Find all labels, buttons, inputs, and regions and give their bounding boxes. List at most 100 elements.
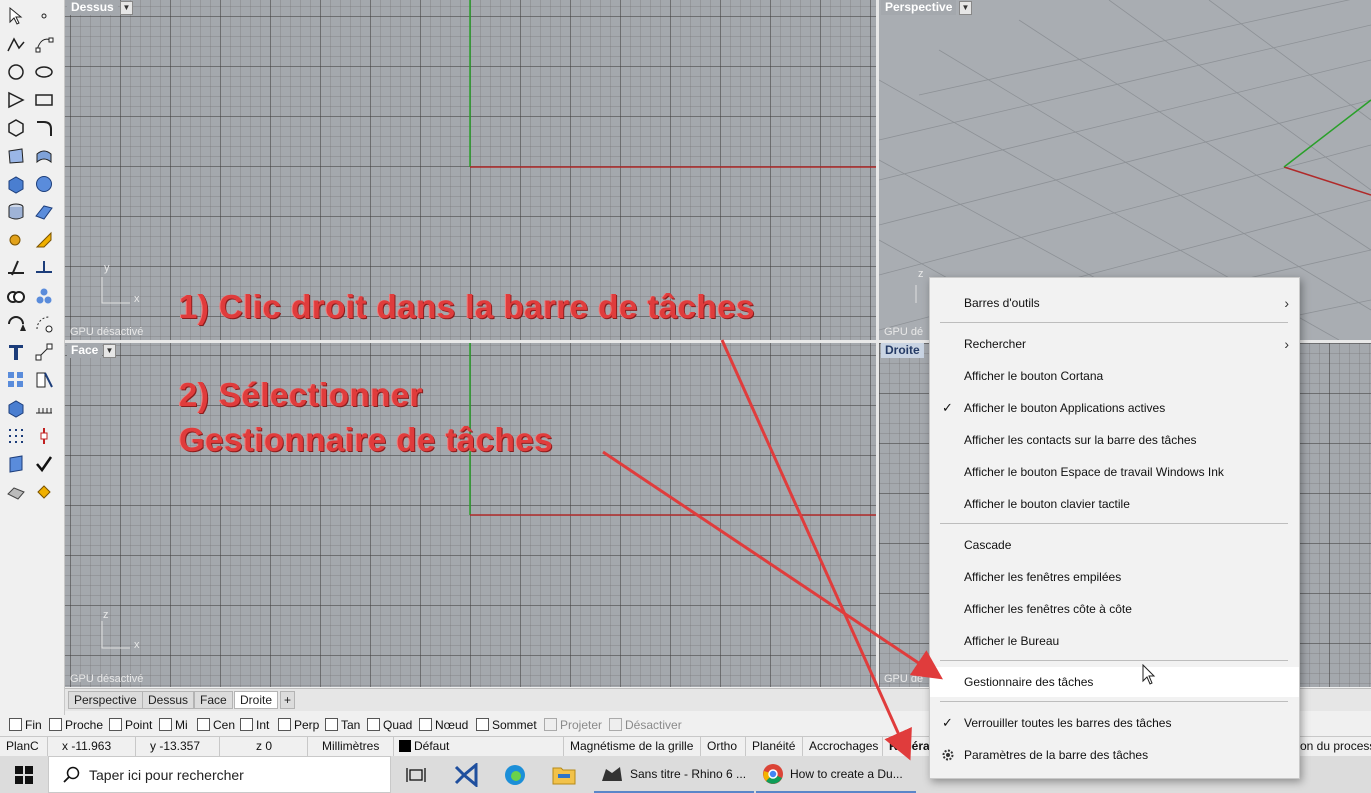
group-icon[interactable] [32, 284, 56, 308]
menu-item-windows-ink[interactable]: Afficher le bouton Espace de travail Win… [930, 457, 1299, 487]
surface-extrude-icon[interactable] [32, 144, 56, 168]
dimension-icon[interactable] [32, 340, 56, 364]
osnap-point[interactable]: Point [109, 717, 152, 733]
status-cplane[interactable]: PlanC [0, 737, 48, 757]
cylinder-icon[interactable] [4, 200, 28, 224]
osnap-end[interactable]: Fin [9, 717, 42, 733]
surface-points-icon[interactable] [4, 144, 28, 168]
check-icon[interactable] [32, 452, 56, 476]
mesh-plane-icon[interactable] [32, 200, 56, 224]
osnap-int[interactable]: Int [240, 717, 269, 733]
tab-perspective[interactable]: Perspective [68, 691, 143, 709]
menu-item-stacked[interactable]: Afficher les fenêtres empilées [930, 562, 1299, 592]
menu-separator [940, 523, 1288, 524]
menu-item-task-manager[interactable]: Gestionnaire des tâches [930, 667, 1299, 697]
tab-front[interactable]: Face [194, 691, 233, 709]
task-view-icon[interactable] [394, 756, 438, 793]
viewport-menu-arrow-icon[interactable]: ▼ [103, 344, 116, 358]
sphere-icon[interactable] [32, 172, 56, 196]
polyline-icon[interactable] [4, 32, 28, 56]
scale-icon[interactable] [32, 312, 56, 336]
axis-label-z: z [103, 609, 109, 621]
start-button[interactable] [0, 756, 48, 793]
viewport-title[interactable]: Dessus [67, 0, 118, 15]
trim-icon[interactable] [4, 256, 28, 280]
status-units[interactable]: Millimètres [308, 737, 394, 757]
box-edit-icon[interactable] [4, 396, 28, 420]
visual-studio-icon[interactable] [444, 756, 488, 793]
osnap-knot[interactable]: Nœud [419, 717, 468, 733]
points-grid-icon[interactable] [4, 424, 28, 448]
osnap-mid[interactable]: Mi [159, 717, 188, 733]
gumball-icon[interactable] [32, 424, 56, 448]
viewport-title[interactable]: Droite [881, 343, 924, 358]
viewport-title[interactable]: Perspective [881, 0, 957, 15]
layer-color-swatch [399, 740, 411, 752]
osnap-near[interactable]: Proche [49, 717, 103, 733]
edge-browser-icon[interactable] [493, 756, 537, 793]
menu-item-task-view[interactable]: ✓ Afficher le bouton Applications actives [930, 393, 1299, 423]
status-ortho[interactable]: Ortho [701, 737, 746, 757]
shade-icon[interactable] [4, 480, 28, 504]
osnap-quad[interactable]: Quad [367, 717, 412, 733]
status-y-coordinate: y -13.357 [136, 737, 220, 757]
viewport-title[interactable]: Face [67, 343, 103, 358]
point-icon[interactable] [32, 4, 56, 28]
status-osnap[interactable]: Accrochages [803, 737, 883, 757]
render-object-icon[interactable] [4, 452, 28, 476]
transform-gear-icon[interactable] [4, 228, 28, 252]
status-smarttrack[interactable]: Repérage [883, 737, 933, 757]
menu-item-cascade[interactable]: Cascade [930, 530, 1299, 560]
tab-right[interactable]: Droite [234, 691, 279, 709]
add-tab-button[interactable]: + [280, 691, 296, 709]
boolean-union-icon[interactable] [4, 284, 28, 308]
grid-plane-icon[interactable] [32, 396, 56, 420]
menu-separator [940, 322, 1288, 323]
taskbar-app-rhino[interactable]: Sans titre - Rhino 6 ... [594, 756, 754, 793]
osnap-disable[interactable]: Désactiver [609, 717, 682, 733]
osnap-project[interactable]: Projeter [544, 717, 602, 733]
curve-control-points-icon[interactable] [32, 32, 56, 56]
rotate-icon[interactable] [4, 312, 28, 336]
menu-item-toolbars[interactable]: Barres d'outils › [930, 288, 1299, 318]
status-grid-snap[interactable]: Magnétisme de la grille [564, 737, 701, 757]
arc-icon[interactable] [4, 88, 28, 112]
ellipse-icon[interactable] [32, 60, 56, 84]
menu-item-people[interactable]: Afficher les contacts sur la barre des t… [930, 425, 1299, 455]
fillet-curve-icon[interactable] [32, 116, 56, 140]
file-explorer-icon[interactable] [542, 756, 586, 793]
menu-item-taskbar-settings[interactable]: Paramètres de la barre des tâches [930, 740, 1299, 770]
text-icon[interactable] [4, 340, 28, 364]
menu-item-show-desktop[interactable]: Afficher le Bureau [930, 626, 1299, 656]
menu-item-lock-taskbar[interactable]: ✓ Verrouiller toutes les barres des tâche… [930, 708, 1299, 738]
tab-top[interactable]: Dessus [142, 691, 195, 709]
search-icon [63, 766, 80, 783]
box-solid-icon[interactable] [4, 172, 28, 196]
taskbar-search-box[interactable]: Taper ici pour rechercher [48, 756, 391, 793]
circle-icon[interactable] [4, 60, 28, 84]
osnap-cen[interactable]: Cen [197, 717, 235, 733]
viewport-menu-arrow-icon[interactable]: ▼ [120, 1, 133, 15]
curve-from-object-icon[interactable] [32, 228, 56, 252]
menu-item-side-by-side[interactable]: Afficher les fenêtres côte à côte [930, 594, 1299, 624]
annotation-step2-line2: Gestionnaire de tâches [179, 421, 554, 458]
analyze-icon[interactable] [32, 368, 56, 392]
viewport-menu-arrow-icon[interactable]: ▼ [959, 1, 972, 15]
taskbar-app-chrome[interactable]: How to create a Du... [756, 756, 916, 793]
menu-item-search[interactable]: Rechercher › [930, 329, 1299, 359]
menu-item-cortana[interactable]: Afficher le bouton Cortana [930, 361, 1299, 391]
paint-bucket-icon[interactable] [32, 480, 56, 504]
polygon-icon[interactable] [4, 116, 28, 140]
select-arrow-icon[interactable] [4, 4, 28, 28]
split-icon[interactable] [32, 256, 56, 280]
osnap-tan[interactable]: Tan [325, 717, 360, 733]
rectangle-icon[interactable] [32, 88, 56, 112]
status-planar[interactable]: Planéité [746, 737, 803, 757]
status-layer[interactable]: Défaut [394, 737, 564, 757]
viewport-splitter-vertical[interactable] [876, 0, 879, 687]
osnap-vertex[interactable]: Sommet [476, 717, 537, 733]
status-history[interactable]: on du process [1298, 737, 1371, 757]
osnap-perp[interactable]: Perp [278, 717, 319, 733]
menu-item-touch-keyboard[interactable]: Afficher le bouton clavier tactile [930, 489, 1299, 519]
array-icon[interactable] [4, 368, 28, 392]
